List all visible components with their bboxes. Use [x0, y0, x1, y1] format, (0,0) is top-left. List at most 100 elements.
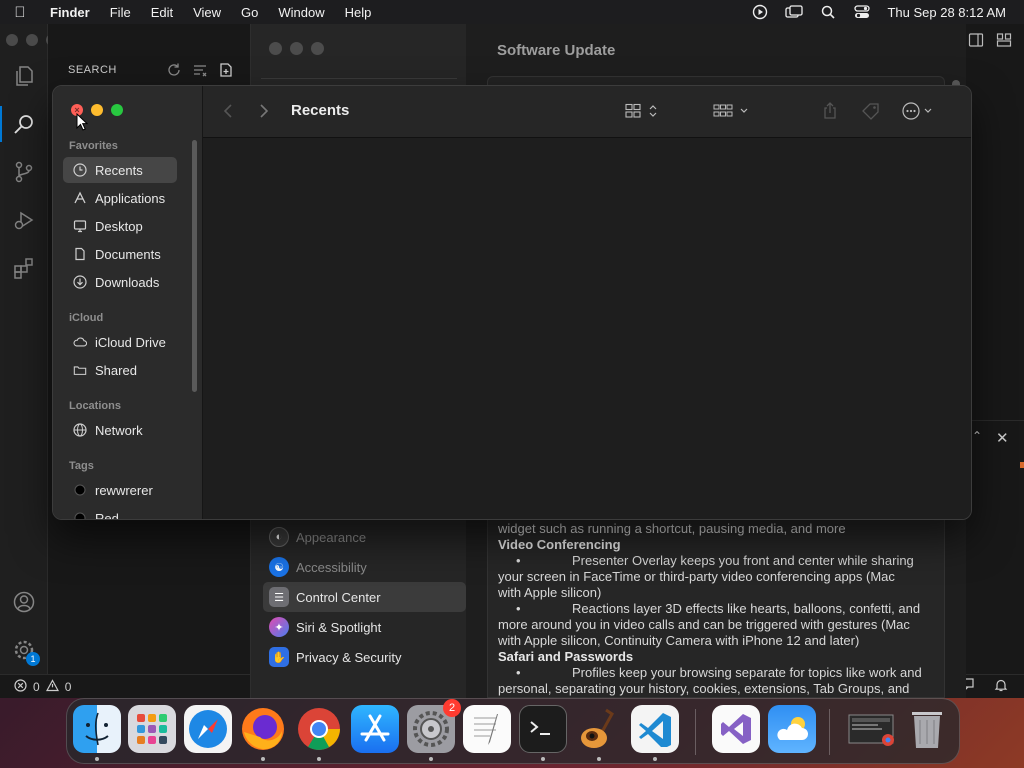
sidebar-item-label: Recents — [95, 162, 143, 178]
maximize-panel-icon[interactable]: ⌃ — [972, 429, 982, 443]
back-chevron-icon[interactable] — [223, 100, 233, 122]
error-icon[interactable] — [14, 678, 27, 695]
settings-close-button[interactable] — [269, 42, 282, 55]
refresh-icon[interactable] — [166, 62, 182, 83]
desktop-icon — [73, 219, 87, 233]
warning-icon[interactable] — [45, 678, 59, 695]
dock-safari-icon[interactable] — [184, 705, 232, 753]
sidebar-item-downloads[interactable]: Downloads — [63, 269, 177, 295]
settings-item-accessibility[interactable]: ☯ Accessibility — [263, 552, 466, 582]
menu-help[interactable]: Help — [335, 5, 382, 20]
search-icon[interactable] — [0, 100, 48, 148]
warning-count[interactable]: 0 — [65, 680, 72, 694]
notes-bullet-text: Presenter Overlay keeps you front and ce… — [572, 553, 914, 568]
vscode-close-button[interactable] — [6, 34, 18, 46]
dock-weather-icon[interactable] — [768, 705, 816, 753]
new-search-editor-icon[interactable] — [218, 62, 234, 83]
menu-window[interactable]: Window — [268, 5, 334, 20]
settings-item-label: Control Center — [296, 589, 381, 605]
sidebar-item-documents[interactable]: Documents — [63, 241, 177, 267]
sidebar-item-applications[interactable]: Applications — [63, 185, 177, 211]
menu-edit[interactable]: Edit — [141, 5, 183, 20]
dock-terminal-icon[interactable] — [519, 705, 567, 753]
minimize-button[interactable] — [91, 104, 103, 116]
run-debug-icon[interactable] — [0, 196, 48, 244]
sidebar-item-desktop[interactable]: Desktop — [63, 213, 177, 239]
dock-firefox-icon[interactable] — [239, 705, 287, 753]
layout-controls — [968, 32, 1012, 53]
manage-gear-icon[interactable]: 1 — [0, 626, 48, 674]
settings-minimize-button[interactable] — [290, 42, 303, 55]
sidebar-tag-red[interactable]: Red — [63, 505, 177, 519]
search-actions — [166, 62, 234, 83]
running-indicator — [541, 757, 545, 761]
menu-file[interactable]: File — [100, 5, 141, 20]
customize-layout-icon[interactable] — [996, 32, 1012, 53]
vscode-minimize-button[interactable] — [26, 34, 38, 46]
dock-finder-icon[interactable] — [73, 705, 121, 753]
sidebar-tag-rewwrerer[interactable]: rewwrerer — [63, 477, 177, 503]
hand-icon: ✋ — [269, 647, 289, 667]
screen-mirroring-icon[interactable] — [785, 5, 804, 19]
sidebar-item-label: rewwrerer — [95, 482, 153, 498]
dock-textedit-icon[interactable] — [463, 705, 511, 753]
manage-badge: 1 — [26, 652, 40, 666]
apple-menu-icon[interactable]:  — [0, 4, 40, 21]
accounts-icon[interactable] — [0, 578, 48, 626]
dock-garageband-icon[interactable] — [575, 705, 623, 753]
menu-clock[interactable]: Thu Sep 28 8:12 AM — [887, 5, 1006, 20]
menu-view[interactable]: View — [183, 5, 231, 20]
sidebar-item-network[interactable]: Network — [63, 417, 177, 443]
document-icon — [73, 247, 87, 261]
extensions-icon[interactable] — [0, 244, 48, 292]
sidebar-item-recents[interactable]: Recents — [63, 157, 177, 183]
dock-visual-studio-icon[interactable] — [712, 705, 760, 753]
control-center-icon[interactable] — [853, 5, 871, 19]
tag-icon[interactable] — [861, 100, 881, 122]
notes-line: more around you in video calls and can b… — [498, 617, 910, 632]
error-count[interactable]: 0 — [33, 680, 40, 694]
finder-file-area[interactable] — [203, 138, 971, 519]
group-by-icon[interactable] — [713, 100, 751, 122]
share-icon[interactable] — [823, 100, 837, 122]
dock-launchpad-icon[interactable] — [128, 705, 176, 753]
source-control-icon[interactable] — [0, 148, 48, 196]
menu-go[interactable]: Go — [231, 5, 268, 20]
sidebar-item-shared[interactable]: Shared — [63, 357, 177, 383]
settings-item-control-center[interactable]: ☰ Control Center — [263, 582, 466, 612]
sidebar-item-icloud-drive[interactable]: iCloud Drive — [63, 329, 177, 355]
zoom-button[interactable] — [111, 104, 123, 116]
view-mode-grid-icon[interactable] — [625, 100, 661, 122]
dock: 2 — [66, 698, 960, 764]
dock-screenshot-thumbnail-icon[interactable] — [847, 705, 895, 753]
dock-trash-icon[interactable] — [903, 705, 951, 753]
dock-vscode-icon[interactable] — [631, 705, 679, 753]
clear-results-icon[interactable] — [192, 62, 208, 83]
dock-chrome-icon[interactable] — [295, 705, 343, 753]
forward-chevron-icon[interactable] — [259, 100, 269, 122]
settings-item-privacy-security[interactable]: ✋ Privacy & Security — [263, 642, 466, 672]
release-notes: widget such as running a shortcut, pausi… — [487, 514, 945, 698]
siri-icon: ✦ — [269, 617, 289, 637]
notifications-bell-icon[interactable] — [994, 678, 1008, 695]
finder-window: × Favorites Recents Applications Desktop… — [52, 85, 972, 520]
toggle-panel-icon[interactable] — [968, 32, 984, 53]
screen-record-icon[interactable] — [751, 4, 769, 20]
dock-app-store-icon[interactable] — [351, 705, 399, 753]
more-actions-icon[interactable] — [901, 100, 937, 122]
spotlight-search-icon[interactable] — [819, 5, 837, 19]
notes-line: with Apple silicon) — [498, 585, 602, 600]
explorer-icon[interactable] — [0, 52, 48, 100]
settings-item-siri-spotlight[interactable]: ✦ Siri & Spotlight — [263, 612, 466, 642]
locations-section-label: Locations — [69, 400, 121, 412]
running-indicator — [317, 757, 321, 761]
dock-system-settings-icon[interactable]: 2 — [407, 699, 461, 753]
sidebar-scrollbar[interactable] — [192, 140, 197, 392]
sidebar-item-label: Documents — [95, 246, 161, 262]
settings-search-edge — [261, 78, 457, 82]
close-panel-icon[interactable]: ✕ — [996, 429, 1009, 447]
notes-bullet: Reactions layer 3D effects like hearts, … — [498, 601, 934, 617]
menu-app-name[interactable]: Finder — [40, 5, 100, 20]
settings-zoom-button[interactable] — [311, 42, 324, 55]
settings-item-appearance[interactable]: ◐ Appearance — [263, 522, 466, 552]
